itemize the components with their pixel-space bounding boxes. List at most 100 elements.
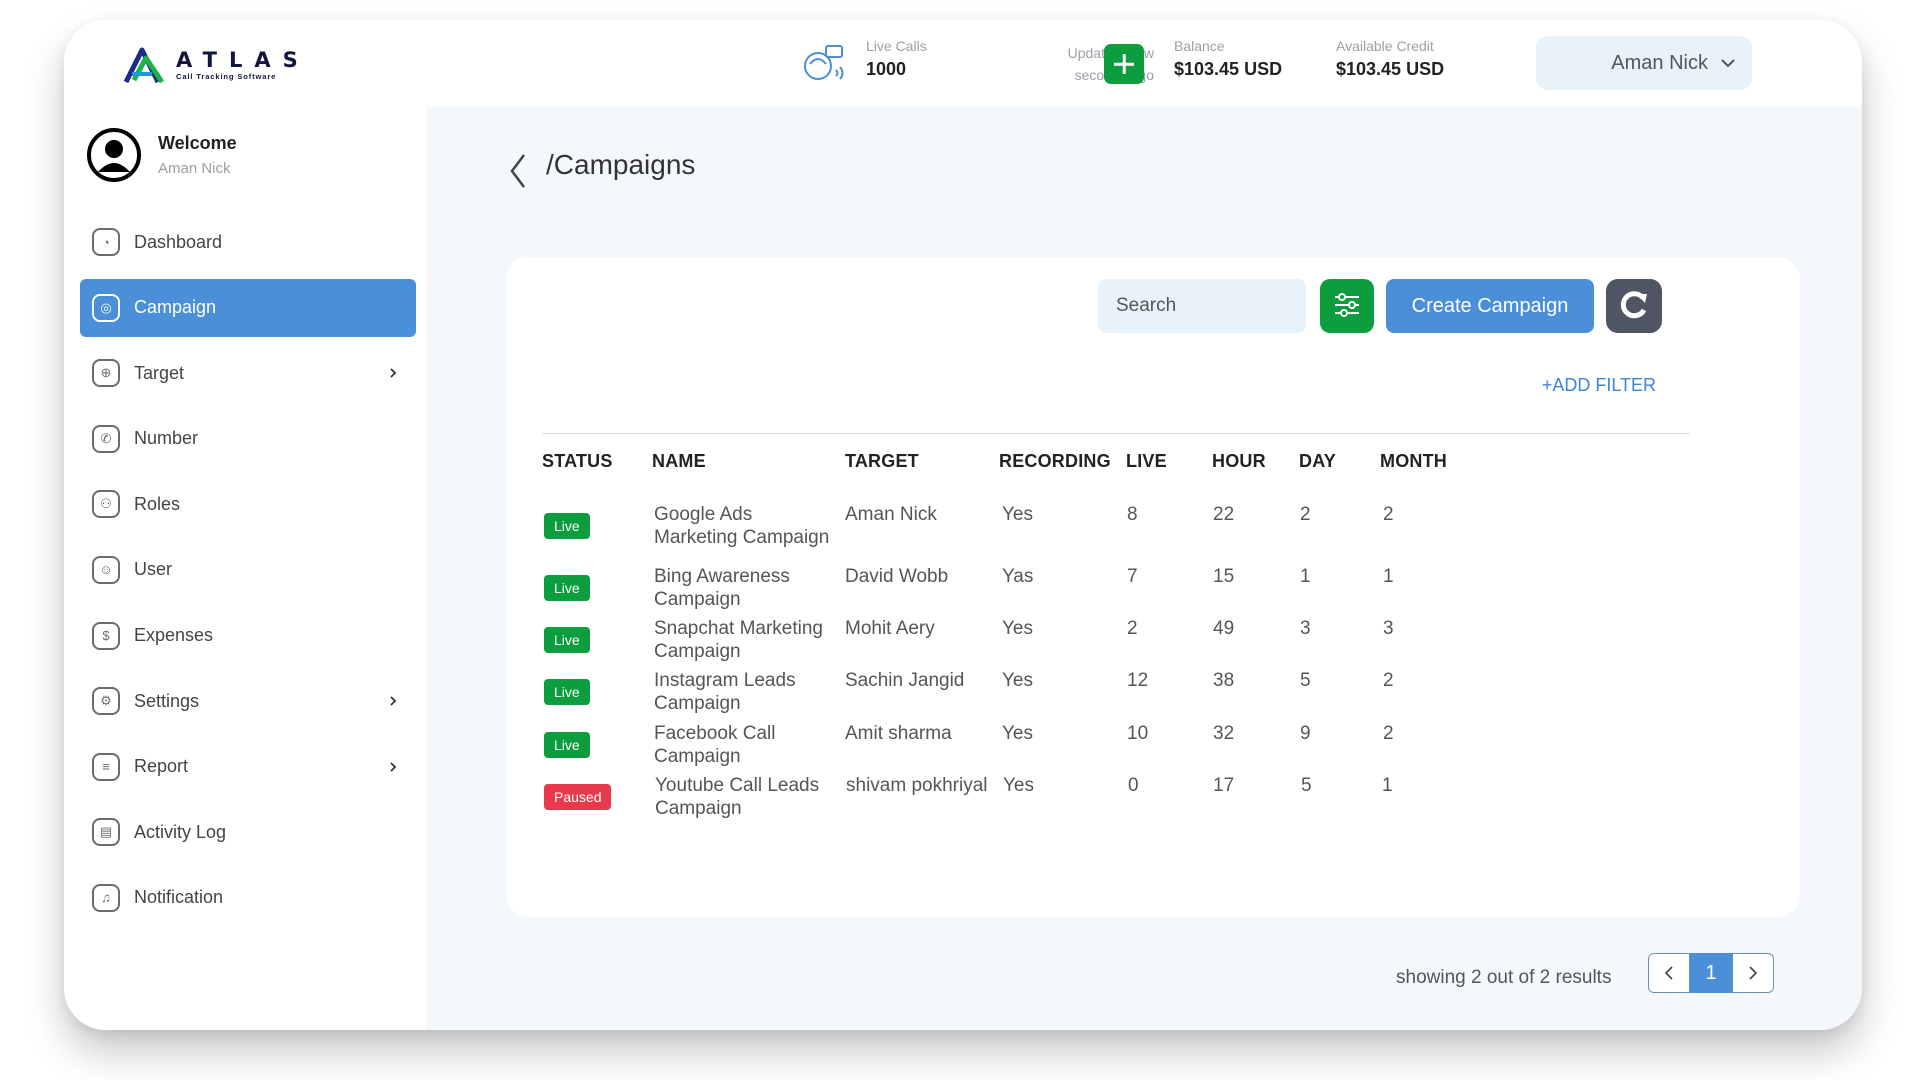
sidebar-item-notification[interactable]: ♫ Notification [80, 869, 416, 927]
page-title: /Campaigns [546, 149, 696, 180]
campaign-day: 1 [1300, 566, 1311, 587]
campaign-name: Bing Awareness Campaign [654, 565, 790, 611]
campaign-recording: Yes [1002, 723, 1033, 744]
campaign-name: Snapchat Marketing Campaign [654, 617, 823, 663]
sidebar-item-label: Number [134, 428, 199, 449]
gear-icon: ⚙ [92, 687, 120, 716]
campaign-name-line2: Campaign [654, 693, 741, 714]
campaign-target: Aman Nick [845, 504, 937, 525]
top-header: ATLAS Call Tracking Software Live Calls … [64, 20, 1862, 107]
campaign-name-line2: Campaign [654, 589, 741, 610]
sidebar-item-report[interactable]: ≡ Report [80, 738, 416, 796]
campaign-name-line1: Instagram Leads [654, 670, 796, 691]
campaign-name-line2: Campaign [654, 641, 741, 662]
table-row[interactable]: Paused Youtube Call Leads Campaign shiva… [506, 774, 1800, 838]
table-row[interactable]: Live Google Ads Marketing Campaign Aman … [506, 503, 1800, 567]
sidebar-item-label: Settings [134, 690, 200, 711]
col-header-day[interactable]: DAY [1299, 451, 1336, 472]
sidebar-item-campaign[interactable]: ◎ Campaign [80, 278, 416, 337]
activity-log-icon: ▤ [92, 818, 120, 847]
add-funds-button[interactable] [1104, 44, 1144, 84]
profile-block: Welcome Aman Nick [86, 127, 237, 183]
col-header-hour[interactable]: HOUR [1212, 451, 1266, 472]
campaign-month: 2 [1383, 723, 1394, 744]
campaign-name: Google Ads Marketing Campaign [654, 503, 829, 549]
col-header-month[interactable]: MONTH [1380, 451, 1447, 472]
campaign-target: Mohit Aery [845, 618, 935, 639]
prev-page-button[interactable] [1648, 953, 1690, 993]
page-button-current[interactable]: 1 [1690, 953, 1732, 993]
status-badge: Live [544, 513, 590, 539]
col-header-name[interactable]: NAME [652, 451, 706, 472]
campaign-name-line2: Campaign [655, 798, 742, 819]
campaign-live: 2 [1127, 618, 1138, 639]
campaign-hour: 49 [1213, 618, 1235, 639]
brand-logo[interactable]: ATLAS Call Tracking Software [122, 44, 310, 86]
user-menu-name: Aman Nick [1611, 51, 1708, 74]
campaign-day: 2 [1300, 504, 1311, 525]
campaign-name: Facebook Call Campaign [654, 722, 775, 768]
campaign-name-line2: Marketing Campaign [654, 527, 830, 548]
balance-stat: Balance $103.45 USD [1174, 38, 1282, 80]
campaign-recording: Yes [1002, 618, 1033, 639]
sidebar-item-expenses[interactable]: $ Expenses [80, 607, 416, 665]
status-badge: Live [544, 627, 590, 653]
campaign-name-line1: Facebook Call [654, 723, 776, 744]
sidebar-item-user[interactable]: ☺ User [80, 541, 416, 599]
live-calls-label: Live Calls [866, 38, 927, 54]
campaign-target: shivam pokhriyal [846, 775, 988, 796]
campaign-name-line1: Google Ads [654, 504, 753, 525]
campaign-day: 3 [1300, 618, 1311, 639]
campaign-month: 2 [1383, 504, 1394, 525]
campaign-day: 5 [1301, 775, 1312, 796]
filter-settings-button[interactable] [1320, 279, 1374, 333]
brand-tagline: Call Tracking Software [176, 72, 277, 81]
target-icon: ⊕ [92, 359, 120, 388]
campaign-recording: Yas [1002, 566, 1034, 587]
sidebar-item-number[interactable]: ✆ Number [80, 410, 416, 468]
sidebar-item-activity-log[interactable]: ▤ Activity Log [80, 803, 416, 861]
live-calls-value: 1000 [866, 59, 907, 79]
col-header-status[interactable]: STATUS [542, 451, 613, 472]
sidebar-item-label: Dashboard [134, 231, 223, 252]
campaign-hour: 15 [1213, 566, 1235, 587]
campaign-live: 8 [1127, 504, 1138, 525]
user-menu-button[interactable]: Aman Nick [1536, 36, 1752, 90]
col-header-target[interactable]: TARGET [845, 451, 919, 472]
campaign-live: 7 [1127, 566, 1138, 587]
search-input[interactable] [1098, 279, 1306, 333]
sidebar: Welcome Aman Nick ◔ Dashboard ◎ Campaign… [64, 107, 426, 1030]
sidebar-item-dashboard[interactable]: ◔ Dashboard [80, 213, 416, 271]
campaign-target: David Wobb [845, 566, 949, 587]
col-header-live[interactable]: LIVE [1126, 451, 1167, 472]
campaign-name-line1: Bing Awareness [654, 566, 790, 587]
col-header-recording[interactable]: RECORDING [999, 451, 1111, 472]
sidebar-item-target[interactable]: ⊕ Target [80, 344, 416, 402]
user-icon: ☺ [92, 555, 120, 584]
sidebar-item-roles[interactable]: ⚇ Roles [80, 475, 416, 533]
campaign-live: 10 [1127, 723, 1149, 744]
welcome-text: Welcome [158, 133, 237, 153]
campaign-day: 9 [1300, 723, 1311, 744]
status-badge: Live [544, 679, 590, 705]
table-divider [542, 433, 1690, 434]
create-campaign-button[interactable]: Create Campaign [1386, 279, 1594, 333]
status-badge: Live [544, 732, 590, 758]
chevron-right-icon [390, 762, 397, 772]
add-filter-link[interactable]: +ADD FILTER [1516, 375, 1656, 396]
campaign-live: 12 [1127, 670, 1149, 691]
refresh-button[interactable] [1606, 279, 1662, 333]
sidebar-item-settings[interactable]: ⚙ Settings [80, 672, 416, 730]
results-count: showing 2 out of 2 results [1396, 967, 1612, 988]
campaign-recording: Yes [1002, 670, 1033, 691]
next-page-button[interactable] [1732, 953, 1774, 993]
dollar-icon: $ [92, 621, 120, 650]
pagination: 1 [1648, 953, 1774, 993]
brand-name: ATLAS [176, 48, 310, 72]
campaign-name-line1: Youtube Call Leads [655, 775, 820, 796]
back-arrow-icon[interactable] [506, 151, 530, 191]
campaign-month: 3 [1383, 618, 1394, 639]
campaign-name: Instagram Leads Campaign [654, 669, 796, 715]
report-icon: ≡ [92, 752, 120, 781]
campaign-month: 1 [1382, 775, 1393, 796]
